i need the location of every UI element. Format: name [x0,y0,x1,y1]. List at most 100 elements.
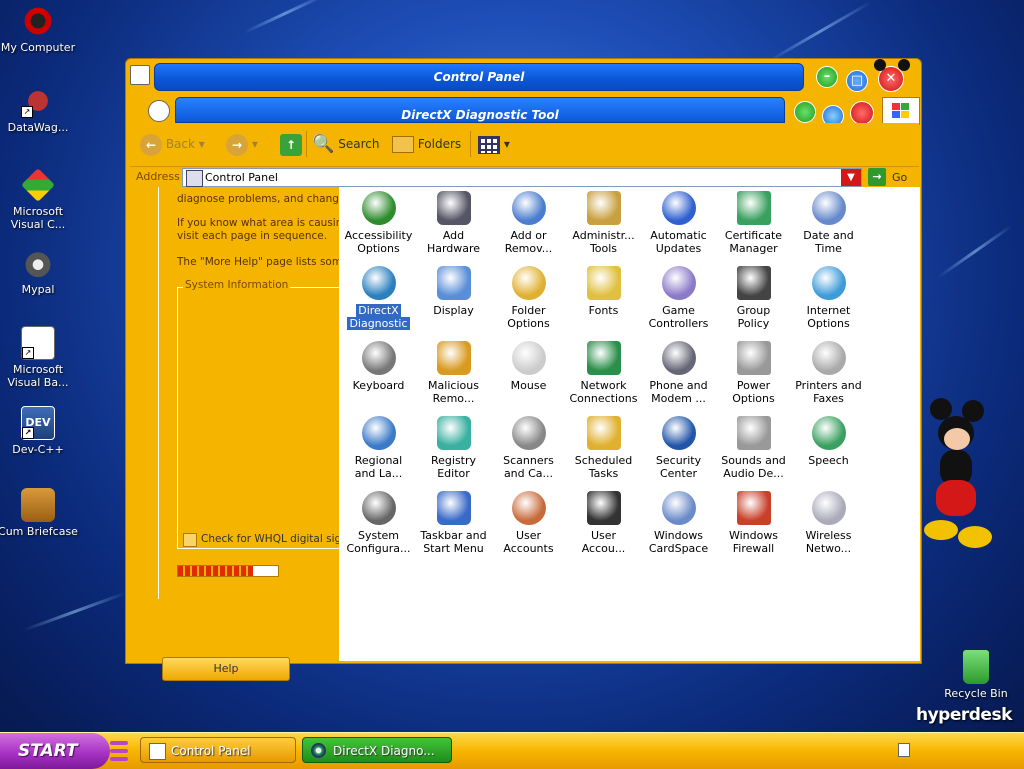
datawag-icon: ↗ [21,84,55,118]
control-panel-item[interactable]: Group Policy [716,266,791,330]
control-panel-item[interactable]: Security Center [641,416,716,480]
dxdiag-window-icon[interactable] [148,100,170,122]
control-panel-item[interactable]: Scanners and Ca... [491,416,566,480]
applet-icon [736,266,771,300]
whql-checkbox[interactable] [183,533,197,547]
control-panel-item[interactable]: Windows CardSpace [641,491,716,555]
control-panel-item-label: Date and [803,229,854,242]
minimize-icon[interactable]: – [816,66,838,88]
control-panel-item[interactable]: Add or Remov... [491,191,566,255]
control-panel-item[interactable]: Phone and Modem ... [641,341,716,405]
back-dropdown-icon[interactable]: ▾ [199,137,205,151]
control-panel-item-label: Scheduled [574,454,633,467]
control-panel-item[interactable]: Mouse [491,341,566,405]
taskbar-item-control-panel[interactable]: Control Panel [140,737,296,763]
desktop-icon-label: Recycle Bin [944,687,1008,700]
taskbar-item-dxdiag[interactable]: DirectX Diagno... [302,737,452,763]
control-panel-item[interactable]: Accessibility Options [341,191,416,255]
control-panel-item[interactable]: Date and Time [791,191,866,255]
control-panel-window-icon[interactable] [130,65,150,85]
applet-icon [361,491,396,525]
desktop-icon-recycle-bin[interactable]: Recycle Bin [936,650,1016,700]
close-icon[interactable] [850,101,874,125]
control-panel-item[interactable]: Taskbar and Start Menu [416,491,491,555]
mouse-ears-decoration [898,59,910,71]
minimize-icon[interactable] [794,101,816,123]
control-panel-item[interactable]: Fonts [566,266,641,330]
back-button[interactable]: ← Back ▾ [140,133,205,156]
control-panel-item[interactable]: Sounds and Audio De... [716,416,791,480]
control-panel-item[interactable]: Network Connections [566,341,641,405]
go-button[interactable]: → Go [868,168,916,188]
windows-logo-icon [882,97,920,125]
visual-studio-icon [21,168,55,202]
control-panel-item[interactable]: User Accounts [491,491,566,555]
control-panel-titlebar[interactable]: Control Panel [154,63,804,91]
control-panel-item-label: Remov... [504,242,553,255]
address-value: Control Panel [205,171,278,184]
address-input[interactable]: Control Panel ▼ [182,168,862,187]
control-panel-item[interactable]: Wireless Netwo... [791,491,866,555]
tray-keyboard-icon[interactable] [898,743,910,757]
control-panel-item[interactable]: Automatic Updates [641,191,716,255]
control-panel-item-label: Registry [430,454,477,467]
back-label: Back [165,137,195,151]
desktop-icon-visual-c[interactable]: Microsoft Visual C... [0,168,78,231]
desktop-icon-mypal[interactable]: Mypal [0,246,78,296]
control-panel-item[interactable]: User Accou... [566,491,641,555]
search-button[interactable]: 🔍 Search [312,133,379,155]
control-panel-item-label: Speech [808,454,849,467]
mouse-ears-decoration [874,59,886,71]
computer-icon [21,4,55,38]
desktop-icon-briefcase[interactable]: Cum Briefcase [0,488,78,538]
control-panel-item-label: Updates [655,242,702,255]
system-information-group [177,287,348,549]
dxdiag-intro-text: visit each page in sequence. [177,230,328,242]
control-panel-item[interactable]: Keyboard [341,341,416,405]
taskbar-item-label: DirectX Diagno... [333,744,435,758]
dxdiag-window-header[interactable]: DirectX Diagnostic Tool [148,97,920,127]
light-streak [767,0,873,63]
control-panel-item[interactable]: Windows Firewall [716,491,791,555]
address-dropdown-icon[interactable]: ▼ [841,169,861,186]
desktop-icon-datawag[interactable]: ↗ DataWag... [0,84,78,134]
applet-icon [811,191,846,225]
control-panel-item[interactable]: System Configura... [341,491,416,555]
control-panel-item-label: Policy [737,317,770,330]
dxdiag-tab-panel: diagnose problems, and change yo If you … [158,187,349,599]
control-panel-item[interactable]: Display [416,266,491,330]
control-panel-item-label: and La... [354,467,403,480]
folders-button[interactable]: Folders [392,133,461,155]
control-panel-item[interactable]: Certificate Manager [716,191,791,255]
desktop-icon-dev-cpp[interactable]: DEV ↗ Dev-C++ [0,406,78,456]
control-panel-item[interactable]: Speech [791,416,866,480]
desktop-icon-my-computer[interactable]: My Computer [0,4,78,54]
maximize-icon[interactable]: □ [846,70,868,92]
folders-label: Folders [417,137,462,151]
views-button[interactable]: ▾ [478,133,510,155]
control-panel-item[interactable]: Add Hardware [416,191,491,255]
control-panel-item[interactable]: Game Controllers [641,266,716,330]
applet-icon [511,191,546,225]
start-button[interactable]: START [0,733,110,769]
control-panel-item[interactable]: Power Options [716,341,791,405]
desktop-icon-visual-basic[interactable]: ↗ Microsoft Visual Ba... [0,326,78,389]
applet-icon [661,191,696,225]
control-panel-item[interactable]: Internet Options [791,266,866,330]
dxdiag-titlebar[interactable]: DirectX Diagnostic Tool [175,97,785,123]
up-folder-button[interactable]: ↑ [280,133,302,156]
control-panel-item[interactable]: Scheduled Tasks [566,416,641,480]
applet-icon [661,491,696,525]
forward-dropdown-icon[interactable]: ▾ [252,137,258,151]
control-panel-item[interactable]: Regional and La... [341,416,416,480]
control-panel-item[interactable]: Malicious Remo... [416,341,491,405]
control-panel-item[interactable]: Printers and Faxes [791,341,866,405]
control-panel-window[interactable]: Control Panel – □ ✕ DirectX Diagnostic T… [125,58,922,681]
forward-button[interactable]: → ▾ [226,133,258,156]
recycle-bin-icon [963,650,989,684]
control-panel-item[interactable]: DirectX Diagnostic [341,266,416,330]
help-button[interactable]: Help [162,657,290,681]
control-panel-item[interactable]: Folder Options [491,266,566,330]
control-panel-item[interactable]: Registry Editor [416,416,491,480]
control-panel-item[interactable]: Administr... Tools [566,191,641,255]
